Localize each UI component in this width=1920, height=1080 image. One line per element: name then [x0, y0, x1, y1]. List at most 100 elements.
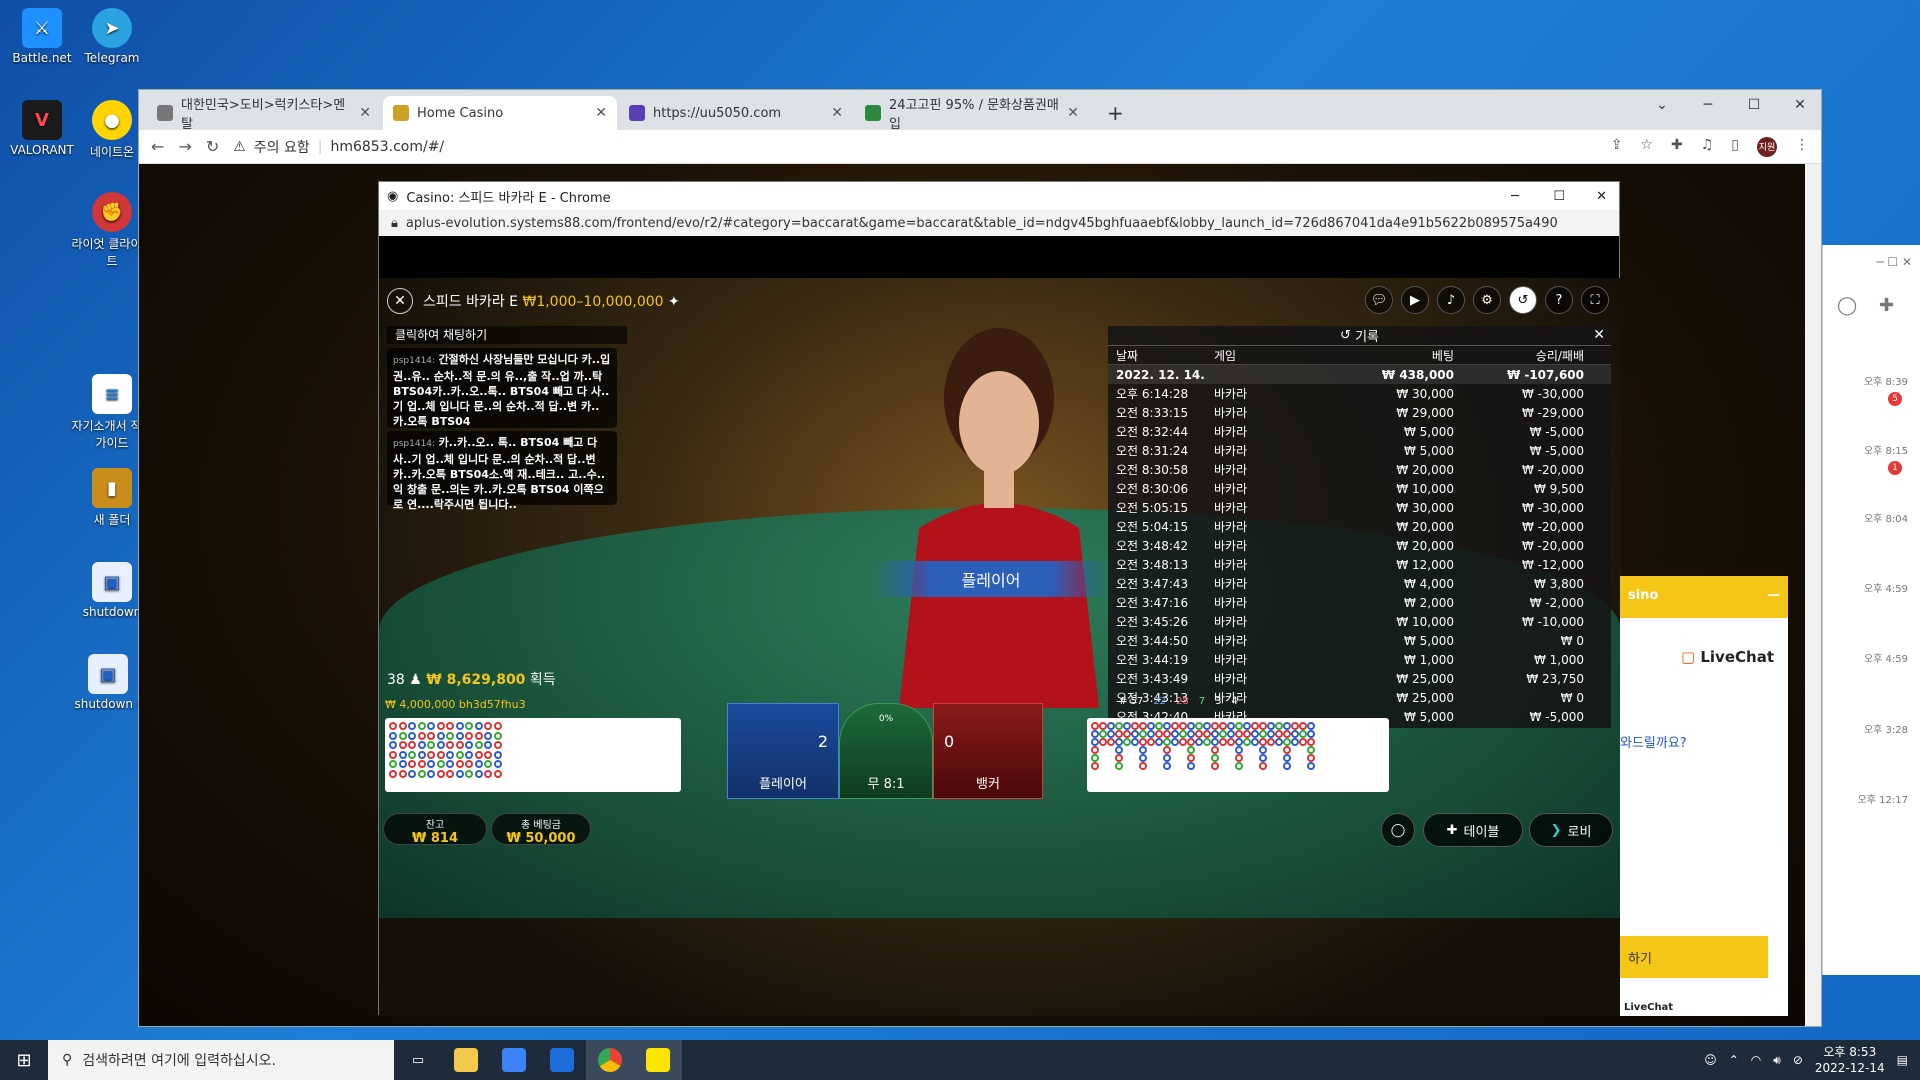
ime-icon[interactable]: ⊘ — [1793, 1053, 1803, 1067]
history-row[interactable]: 오전 3:48:42 바카라 ₩ 20,000 ₩ -20,000 — [1108, 536, 1611, 555]
store-icon[interactable] — [490, 1040, 538, 1080]
history-row[interactable]: 오전 8:30:58 바카라 ₩ 20,000 ₩ -20,000 — [1108, 460, 1611, 479]
avatar[interactable]: 지원 — [1757, 136, 1777, 157]
bet-spot-tie[interactable]: 0% 무 8:1 — [839, 703, 933, 799]
history-row[interactable]: 오전 3:47:43 바카라 ₩ 4,000 ₩ 3,800 — [1108, 574, 1611, 593]
history-header: ↺ 기록 ✕ — [1108, 326, 1611, 346]
road-marker — [1275, 730, 1283, 738]
video-icon[interactable]: ▶ — [1401, 286, 1429, 314]
file-explorer-icon[interactable] — [442, 1040, 490, 1080]
history-date-row[interactable]: 2022. 12. 14. ₩ 438,000 ₩ -107,600 — [1108, 365, 1611, 384]
desktop-icon-telegram[interactable]: ➤ Telegram — [70, 8, 154, 65]
road-marker — [1243, 738, 1251, 746]
history-row[interactable]: 오전 8:30:06 바카라 ₩ 10,000 ₩ 9,500 — [1108, 479, 1611, 498]
maximize-button[interactable]: ☐ — [1731, 90, 1777, 120]
valorant-icon: V — [22, 100, 62, 140]
close-icon[interactable]: ✕ — [359, 105, 371, 121]
history-row[interactable]: 오전 8:33:15 바카라 ₩ 29,000 ₩ -29,000 — [1108, 403, 1611, 422]
clock[interactable]: 오후 8:53 2022-12-14 — [1815, 1044, 1885, 1076]
bet-spot-banker[interactable]: 0 뱅커 — [933, 703, 1043, 799]
close-icon[interactable]: ✕ — [1593, 327, 1605, 343]
document-icon: ≡ — [92, 374, 132, 414]
sidepanel-icon[interactable]: ▯ — [1731, 137, 1739, 157]
shortcut-icon: ▣ — [88, 654, 128, 694]
tray-expand-icon[interactable]: ⌃ — [1729, 1053, 1739, 1067]
tab-2[interactable]: Home Casino ✕ — [383, 96, 617, 130]
chat-input-prompt[interactable]: 클릭하여 채팅하기 — [387, 326, 627, 344]
road-marker — [493, 769, 502, 778]
volume-icon[interactable]: 🔊︎ — [1773, 1053, 1781, 1068]
page-scrollbar[interactable] — [1805, 164, 1821, 1026]
road-marker — [408, 731, 416, 740]
popup-url-bar[interactable]: 🔒︎ aplus-evolution.systems88.com/fronten… — [379, 210, 1619, 236]
menu-icon[interactable]: ⋮ — [1795, 137, 1809, 157]
people-icon[interactable]: ☺ — [1704, 1053, 1717, 1067]
chrome-icon[interactable] — [586, 1040, 634, 1080]
road-marker — [427, 760, 435, 768]
tab-4[interactable]: 24고고핀 95% / 문화상품권매입 ✕ — [855, 96, 1089, 132]
minimize-button[interactable]: ─ — [1685, 90, 1731, 120]
history-row[interactable]: 오후 6:14:28 바카라 ₩ 30,000 ₩ -30,000 — [1108, 384, 1611, 403]
history-row[interactable]: 오전 5:05:15 바카라 ₩ 30,000 ₩ -30,000 — [1108, 498, 1611, 517]
history-row[interactable]: 오전 8:31:24 바카라 ₩ 5,000 ₩ -5,000 — [1108, 441, 1611, 460]
history-row[interactable]: 오전 3:48:13 바카라 ₩ 12,000 ₩ -12,000 — [1108, 555, 1611, 574]
window-controls[interactable]: ─ ☐ ✕ — [1876, 255, 1912, 269]
history-row[interactable]: 오전 3:45:26 바카라 ₩ 10,000 ₩ -10,000 — [1108, 612, 1611, 631]
taskbar-search[interactable]: ⚲ 검색하려면 여기에 입력하십시오. — [48, 1040, 394, 1080]
chat-icon[interactable]: ◯ — [1837, 295, 1857, 316]
road-marker — [1283, 738, 1291, 746]
minimize-icon[interactable]: — — [1767, 588, 1780, 606]
close-icon[interactable]: ✕ — [831, 105, 843, 121]
help-icon[interactable]: ? — [1545, 286, 1573, 314]
road-marker — [1283, 762, 1291, 770]
windows-start-icon[interactable]: ⊞ — [0, 1040, 48, 1080]
chat-icon[interactable]: 💬︎ — [1365, 286, 1393, 314]
lobby-button[interactable]: ❯ 로비 — [1529, 813, 1613, 847]
close-window-button[interactable]: ✕ — [1777, 90, 1823, 120]
settings-gear-icon[interactable]: ⚙ — [1473, 286, 1501, 314]
minimize-button[interactable]: ─ — [1511, 189, 1519, 204]
new-tab-button[interactable]: + — [1097, 96, 1131, 130]
tab-3[interactable]: https://uu5050.com ✕ — [619, 96, 853, 130]
extensions-icon[interactable]: ✚ — [1671, 137, 1683, 157]
history-panel: ↺ 기록 ✕ 날짜 게임 베팅 승리/패배 2022. 12. 14. ₩ 438… — [1108, 326, 1611, 728]
history-icon[interactable]: ↺ — [1509, 286, 1537, 314]
new-chat-icon[interactable]: ✚ — [1879, 295, 1894, 316]
road-marker — [1259, 746, 1267, 754]
task-view-icon[interactable]: ▭ — [394, 1040, 442, 1080]
reload-icon[interactable]: ↻ — [206, 137, 219, 156]
wifi-icon[interactable]: ◠ — [1751, 1053, 1761, 1067]
maximize-button[interactable]: ☐ — [1553, 189, 1565, 204]
close-game-button[interactable]: ✕ — [387, 288, 413, 314]
tab-1[interactable]: 대한민국>도비>럭키스타>멘탈 ✕ — [147, 96, 381, 132]
close-window-button[interactable]: ✕ — [1596, 189, 1607, 204]
favorite-star-icon[interactable]: ✦ — [668, 294, 680, 310]
livechat-start-button[interactable]: 하기 — [1620, 936, 1768, 978]
forward-icon[interactable]: → — [178, 137, 191, 156]
media-icon[interactable]: ♫ — [1701, 137, 1714, 157]
close-icon[interactable]: ✕ — [1067, 105, 1079, 121]
notification-icon[interactable]: ▤ — [1897, 1053, 1908, 1067]
history-row[interactable]: 오전 8:32:44 바카라 ₩ 5,000 ₩ -5,000 — [1108, 422, 1611, 441]
history-row[interactable]: 오전 3:47:16 바카라 ₩ 2,000 ₩ -2,000 — [1108, 593, 1611, 612]
bookmark-star-icon[interactable]: ☆ — [1640, 137, 1653, 157]
bet-spot-player[interactable]: 2 플레이어 — [727, 703, 839, 799]
sound-icon[interactable]: ♪ — [1437, 286, 1465, 314]
history-row[interactable]: 오전 5:04:15 바카라 ₩ 20,000 ₩ -20,000 — [1108, 517, 1611, 536]
road-marker — [493, 760, 502, 768]
history-row[interactable]: 오전 3:44:50 바카라 ₩ 5,000 ₩ 0 — [1108, 631, 1611, 650]
share-icon[interactable]: ⇪ — [1611, 137, 1623, 157]
table-button[interactable]: ✚ 테이블 — [1423, 813, 1523, 847]
road-marker — [493, 750, 502, 759]
history-row[interactable]: 오전 3:44:19 바카라 ₩ 1,000 ₩ 1,000 — [1108, 650, 1611, 669]
close-icon[interactable]: ✕ — [595, 105, 607, 121]
mail-icon[interactable] — [538, 1040, 586, 1080]
road-marker — [1195, 722, 1203, 730]
tab-search-icon[interactable]: ⌄ — [1639, 90, 1685, 120]
back-icon[interactable]: ← — [151, 137, 164, 156]
history-row[interactable]: 오전 3:43:49 바카라 ₩ 25,000 ₩ 23,750 — [1108, 669, 1611, 688]
fullscreen-icon[interactable]: ⛶ — [1581, 286, 1609, 314]
kakaotalk-icon[interactable] — [634, 1040, 682, 1080]
chat-toggle-button[interactable]: ◯ — [1381, 813, 1415, 847]
omnibox[interactable]: ⚠ 주의 요함 | hm6853.com/#/ — [233, 134, 1596, 160]
